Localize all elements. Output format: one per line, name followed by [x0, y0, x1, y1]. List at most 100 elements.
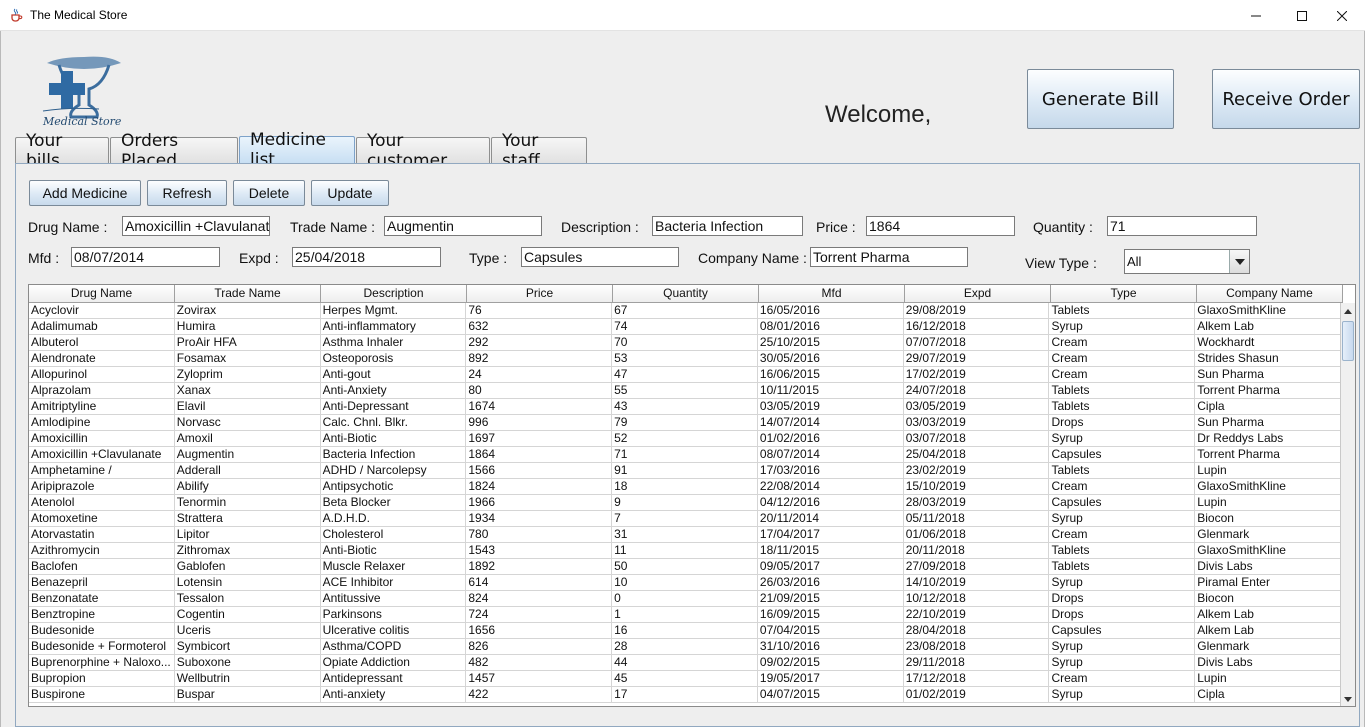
cell-type[interactable]: Tablets — [1049, 559, 1196, 574]
cell-drug-name[interactable]: Alprazolam — [29, 383, 175, 398]
cell-trade-name[interactable]: Tenormin — [175, 495, 321, 510]
cell-type[interactable]: Tablets — [1049, 399, 1196, 414]
cell-expd[interactable]: 01/02/2019 — [904, 687, 1050, 702]
cell-mfd[interactable]: 17/04/2017 — [758, 527, 904, 542]
cell-drug-name[interactable]: Bupropion — [29, 671, 175, 686]
cell-quantity[interactable]: 11 — [612, 543, 758, 558]
cell-expd[interactable]: 17/02/2019 — [904, 367, 1050, 382]
cell-description[interactable]: Opiate Addiction — [321, 655, 467, 670]
cell-drug-name[interactable]: Allopurinol — [29, 367, 175, 382]
cell-type[interactable]: Cream — [1049, 335, 1196, 350]
cell-mfd[interactable]: 16/09/2015 — [758, 607, 904, 622]
cell-description[interactable]: Antidepressant — [321, 671, 467, 686]
cell-description[interactable]: Antitussive — [321, 591, 467, 606]
cell-price[interactable]: 1543 — [466, 543, 613, 558]
cell-company-name[interactable]: GlaxoSmithKline — [1195, 303, 1342, 318]
cell-company-name[interactable]: Glenmark — [1195, 639, 1342, 654]
cell-type[interactable]: Tablets — [1049, 543, 1196, 558]
cell-company-name[interactable]: Dr Reddys Labs — [1195, 431, 1342, 446]
table-row[interactable]: Atenolol Tenormin Beta Blocker 1966 9 04/12/2… — [29, 495, 1342, 511]
cell-price[interactable]: 824 — [466, 591, 613, 606]
cell-description[interactable]: Anti-inflammatory — [321, 319, 467, 334]
cell-trade-name[interactable]: Wellbutrin — [175, 671, 321, 686]
table-row[interactable]: Acyclovir Zovirax Herpes Mgmt. 76 67 16/05/20… — [29, 303, 1342, 319]
price-field[interactable]: 1864 — [866, 216, 1015, 236]
table-row[interactable]: Buspirone Buspar Anti-anxiety 422 17 04/07/20… — [29, 687, 1342, 703]
cell-quantity[interactable]: 43 — [612, 399, 758, 414]
cell-price[interactable]: 1457 — [466, 671, 613, 686]
cell-trade-name[interactable]: Norvasc — [175, 415, 321, 430]
cell-mfd[interactable]: 18/11/2015 — [758, 543, 904, 558]
cell-company-name[interactable]: Alkem Lab — [1195, 623, 1342, 638]
cell-price[interactable]: 292 — [466, 335, 613, 350]
cell-company-name[interactable]: Glenmark — [1195, 527, 1342, 542]
cell-quantity[interactable]: 45 — [612, 671, 758, 686]
cell-company-name[interactable]: Biocon — [1195, 591, 1342, 606]
cell-trade-name[interactable]: Strattera — [175, 511, 321, 526]
table-row[interactable]: Atorvastatin Lipitor Cholesterol 780 31 17/04… — [29, 527, 1342, 543]
table-row[interactable]: Amoxicillin +Clavulanate Augmentin Bacteri… — [29, 447, 1342, 463]
cell-price[interactable]: 826 — [466, 639, 613, 654]
cell-price[interactable]: 80 — [466, 383, 613, 398]
cell-trade-name[interactable]: Buspar — [175, 687, 321, 702]
cell-mfd[interactable]: 30/05/2016 — [758, 351, 904, 366]
cell-description[interactable]: Beta Blocker — [321, 495, 467, 510]
cell-expd[interactable]: 03/07/2018 — [904, 431, 1050, 446]
cell-mfd[interactable]: 09/02/2015 — [758, 655, 904, 670]
cell-description[interactable]: ADHD / Narcolepsy — [321, 463, 467, 478]
cell-type[interactable]: Cream — [1049, 671, 1196, 686]
cell-company-name[interactable]: Divis Labs — [1195, 655, 1342, 670]
cell-description[interactable]: A.D.H.D. — [321, 511, 467, 526]
table-row[interactable]: Albuterol ProAir HFA Asthma Inhaler 292 70 25… — [29, 335, 1342, 351]
cell-quantity[interactable]: 28 — [612, 639, 758, 654]
cell-price[interactable]: 76 — [466, 303, 613, 318]
column-header-trade-name[interactable]: Trade Name — [175, 285, 321, 303]
cell-type[interactable]: Syrup — [1049, 575, 1196, 590]
cell-trade-name[interactable]: Adderall — [175, 463, 321, 478]
receive-order-button[interactable]: Receive Order — [1212, 69, 1360, 129]
cell-company-name[interactable]: Alkem Lab — [1195, 319, 1342, 334]
trade-name-field[interactable]: Augmentin — [384, 216, 542, 236]
cell-quantity[interactable]: 7 — [612, 511, 758, 526]
cell-trade-name[interactable]: Zithromax — [175, 543, 321, 558]
cell-description[interactable]: Antipsychotic — [321, 479, 467, 494]
cell-drug-name[interactable]: Amitriptyline — [29, 399, 175, 414]
minimize-button[interactable] — [1233, 0, 1279, 31]
cell-quantity[interactable]: 55 — [612, 383, 758, 398]
table-row[interactable]: Alprazolam Xanax Anti-Anxiety 80 55 10/11/201… — [29, 383, 1342, 399]
cell-price[interactable]: 422 — [466, 687, 613, 702]
cell-drug-name[interactable]: Atorvastatin — [29, 527, 175, 542]
column-header-company-name[interactable]: Company Name — [1197, 285, 1343, 303]
cell-expd[interactable]: 16/12/2018 — [904, 319, 1050, 334]
cell-mfd[interactable]: 14/07/2014 — [758, 415, 904, 430]
column-header-drug-name[interactable]: Drug Name — [29, 285, 175, 303]
cell-mfd[interactable]: 17/03/2016 — [758, 463, 904, 478]
cell-quantity[interactable]: 44 — [612, 655, 758, 670]
cell-drug-name[interactable]: Baclofen — [29, 559, 175, 574]
cell-mfd[interactable]: 10/11/2015 — [758, 383, 904, 398]
cell-expd[interactable]: 23/08/2018 — [904, 639, 1050, 654]
cell-type[interactable]: Capsules — [1049, 447, 1196, 462]
cell-company-name[interactable]: Cipla — [1195, 399, 1342, 414]
cell-description[interactable]: Anti-Biotic — [321, 431, 467, 446]
cell-quantity[interactable]: 71 — [612, 447, 758, 462]
tab-medicine-list[interactable]: Medicine list — [239, 130, 355, 170]
cell-quantity[interactable]: 10 — [612, 575, 758, 590]
cell-drug-name[interactable]: Aripiprazole — [29, 479, 175, 494]
cell-price[interactable]: 724 — [466, 607, 613, 622]
cell-quantity[interactable]: 67 — [612, 303, 758, 318]
column-header-expd[interactable]: Expd — [905, 285, 1051, 303]
cell-trade-name[interactable]: Augmentin — [175, 447, 321, 462]
cell-expd[interactable]: 05/11/2018 — [904, 511, 1050, 526]
tab-orders-placed[interactable]: Orders Placed — [110, 131, 238, 171]
cell-type[interactable]: Syrup — [1049, 639, 1196, 654]
cell-expd[interactable]: 22/10/2019 — [904, 607, 1050, 622]
table-row[interactable]: Allopurinol Zyloprim Anti-gout 24 47 16/06/20… — [29, 367, 1342, 383]
cell-type[interactable]: Tablets — [1049, 463, 1196, 478]
column-header-description[interactable]: Description — [321, 285, 467, 303]
cell-price[interactable]: 632 — [466, 319, 613, 334]
cell-drug-name[interactable]: Benztropine — [29, 607, 175, 622]
cell-drug-name[interactable]: Buprenorphine + Naloxo... — [29, 655, 175, 670]
cell-description[interactable]: Parkinsons — [321, 607, 467, 622]
table-row[interactable]: Azithromycin Zithromax Anti-Biotic 1543 11 18… — [29, 543, 1342, 559]
